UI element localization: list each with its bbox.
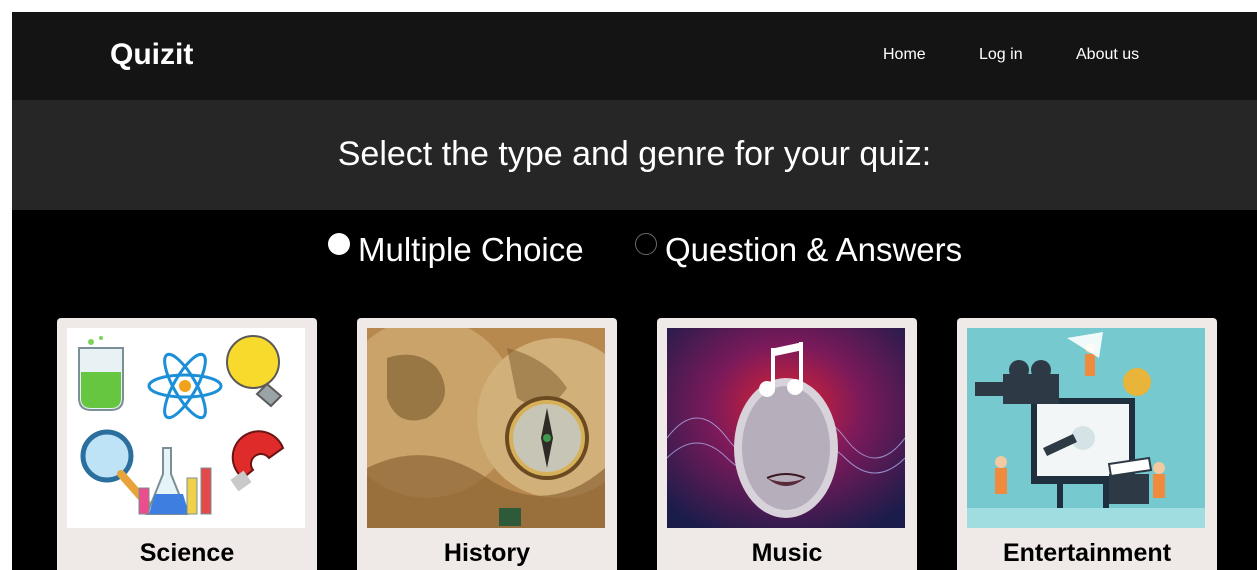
nav-link-home[interactable]: Home — [883, 46, 926, 64]
brand-logo[interactable]: Quizit — [110, 38, 193, 72]
page-title: Select the type and genre for your quiz: — [337, 135, 932, 173]
quiz-type-multiple-choice[interactable]: Multiple Choice — [328, 230, 584, 270]
quiz-type-selector: Multiple Choice Question & Answers — [12, 210, 1257, 300]
science-icons-image — [67, 328, 305, 528]
genre-label: Science — [139, 539, 235, 567]
quiz-type-question-answers[interactable]: Question & Answers — [635, 230, 962, 270]
navbar: Quizit Home Log in About us — [12, 12, 1257, 100]
genre-label: Entertainment — [1002, 539, 1172, 567]
map-compass-image — [367, 328, 605, 528]
genre-card-science[interactable]: Science — [57, 318, 317, 570]
film-production-image — [967, 328, 1205, 528]
radio-multiple-choice[interactable] — [328, 233, 350, 255]
quiz-type-label: Question & Answers — [665, 231, 963, 268]
genre-label: History — [443, 539, 531, 567]
quiz-type-label: Multiple Choice — [358, 231, 584, 268]
radio-question-answers[interactable] — [635, 233, 657, 255]
genre-card-history[interactable]: History — [357, 318, 617, 570]
nav-link-about[interactable]: About us — [1076, 46, 1139, 64]
genre-card-music[interactable]: Music — [657, 318, 917, 570]
music-face-image — [667, 328, 905, 528]
nav-link-login[interactable]: Log in — [979, 46, 1023, 64]
genre-label: Music — [751, 539, 823, 567]
genre-card-entertainment[interactable]: Entertainment — [957, 318, 1217, 570]
heading-band: Select the type and genre for your quiz: — [12, 100, 1257, 210]
page-frame: Quizit Home Log in About us Select the t… — [12, 12, 1257, 570]
